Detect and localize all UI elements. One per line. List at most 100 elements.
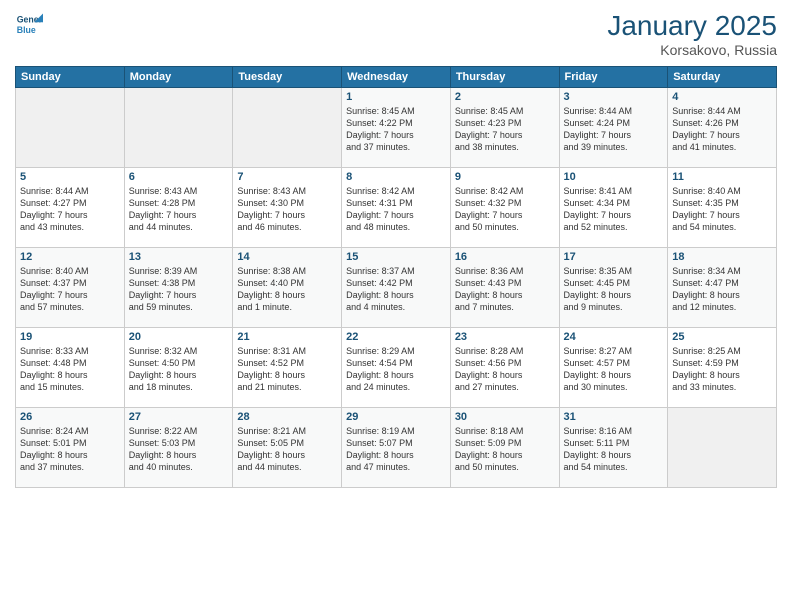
calendar-cell: 12Sunrise: 8:40 AM Sunset: 4:37 PM Dayli… [16, 248, 125, 328]
day-header-wednesday: Wednesday [342, 67, 451, 88]
calendar-cell: 24 Sunrise: 8:27 AM Sunset: 4:57 PM Dayli… [559, 328, 668, 408]
cell-info: Sunrise: 8:44 AM Sunset: 4:26 PM Dayligh… [672, 105, 772, 154]
cell-info: Sunrise: 8:19 AM Sunset: 5:07 PM Dayligh… [346, 425, 446, 474]
logo: General Blue [15, 10, 43, 38]
cell-info: Sunrise: 8:42 AM Sunset: 4:31 PM Dayligh… [346, 185, 446, 234]
cell-info: Sunrise: 8:29 AM Sunset: 4:54 PM Dayligh… [346, 345, 446, 394]
day-header-tuesday: Tuesday [233, 67, 342, 88]
day-number: 10 [564, 171, 664, 183]
cell-info: Sunrise: 8:33 AM Sunset: 4:48 PM Dayligh… [20, 345, 120, 394]
cell-info: Sunrise: 8:45 AM Sunset: 4:23 PM Dayligh… [455, 105, 555, 154]
calendar-cell: 16 Sunrise: 8:36 AM Sunset: 4:43 PM Dayli… [450, 248, 559, 328]
day-number: 31 [564, 411, 664, 423]
day-number: 21 [237, 331, 337, 343]
cell-info: Sunrise: 8:35 AM Sunset: 4:45 PM Dayligh… [564, 265, 664, 314]
calendar-cell [668, 408, 777, 488]
day-number: 30 [455, 411, 555, 423]
cell-info: Sunrise: 8:44 AM Sunset: 4:24 PM Dayligh… [564, 105, 664, 154]
calendar-cell: 30 Sunrise: 8:18 AM Sunset: 5:09 PM Dayli… [450, 408, 559, 488]
location: Korsakovo, Russia [607, 42, 777, 58]
week-row-2: 12Sunrise: 8:40 AM Sunset: 4:37 PM Dayli… [16, 248, 777, 328]
day-header-thursday: Thursday [450, 67, 559, 88]
day-number: 19 [20, 331, 120, 343]
week-row-3: 19 Sunrise: 8:33 AM Sunset: 4:48 PM Dayli… [16, 328, 777, 408]
day-number: 25 [672, 331, 772, 343]
day-number: 22 [346, 331, 446, 343]
day-number: 26 [20, 411, 120, 423]
calendar-cell [16, 88, 125, 168]
day-headers-row: SundayMondayTuesdayWednesdayThursdayFrid… [16, 67, 777, 88]
day-number: 5 [20, 171, 120, 183]
day-number: 2 [455, 91, 555, 103]
cell-info: Sunrise: 8:36 AM Sunset: 4:43 PM Dayligh… [455, 265, 555, 314]
calendar-cell: 25 Sunrise: 8:25 AM Sunset: 4:59 PM Dayli… [668, 328, 777, 408]
cell-info: Sunrise: 8:28 AM Sunset: 4:56 PM Dayligh… [455, 345, 555, 394]
page: General Blue January 2025 Korsakovo, Rus… [0, 0, 792, 612]
calendar-cell: 6Sunrise: 8:43 AM Sunset: 4:28 PM Daylig… [124, 168, 233, 248]
day-number: 14 [237, 251, 337, 263]
header: General Blue January 2025 Korsakovo, Rus… [15, 10, 777, 58]
calendar-cell: 19 Sunrise: 8:33 AM Sunset: 4:48 PM Dayli… [16, 328, 125, 408]
day-header-sunday: Sunday [16, 67, 125, 88]
calendar-cell: 9Sunrise: 8:42 AM Sunset: 4:32 PM Daylig… [450, 168, 559, 248]
calendar-cell: 2 Sunrise: 8:45 AM Sunset: 4:23 PM Daylig… [450, 88, 559, 168]
cell-info: Sunrise: 8:27 AM Sunset: 4:57 PM Dayligh… [564, 345, 664, 394]
day-number: 11 [672, 171, 772, 183]
day-number: 18 [672, 251, 772, 263]
day-number: 1 [346, 91, 446, 103]
week-row-0: 1 Sunrise: 8:45 AM Sunset: 4:22 PM Daylig… [16, 88, 777, 168]
cell-info: Sunrise: 8:43 AM Sunset: 4:30 PM Dayligh… [237, 185, 337, 234]
calendar-cell: 5Sunrise: 8:44 AM Sunset: 4:27 PM Daylig… [16, 168, 125, 248]
calendar-cell: 22 Sunrise: 8:29 AM Sunset: 4:54 PM Dayli… [342, 328, 451, 408]
calendar-cell: 15Sunrise: 8:37 AM Sunset: 4:42 PM Dayli… [342, 248, 451, 328]
day-number: 4 [672, 91, 772, 103]
calendar-cell: 4 Sunrise: 8:44 AM Sunset: 4:26 PM Daylig… [668, 88, 777, 168]
calendar-cell: 31 Sunrise: 8:16 AM Sunset: 5:11 PM Dayli… [559, 408, 668, 488]
calendar-cell: 17 Sunrise: 8:35 AM Sunset: 4:45 PM Dayli… [559, 248, 668, 328]
cell-info: Sunrise: 8:34 AM Sunset: 4:47 PM Dayligh… [672, 265, 772, 314]
month-title: January 2025 [607, 10, 777, 42]
calendar-cell: 10 Sunrise: 8:41 AM Sunset: 4:34 PM Dayli… [559, 168, 668, 248]
week-row-1: 5Sunrise: 8:44 AM Sunset: 4:27 PM Daylig… [16, 168, 777, 248]
day-number: 24 [564, 331, 664, 343]
day-header-friday: Friday [559, 67, 668, 88]
calendar-cell: 27 Sunrise: 8:22 AM Sunset: 5:03 PM Dayli… [124, 408, 233, 488]
cell-info: Sunrise: 8:37 AM Sunset: 4:42 PM Dayligh… [346, 265, 446, 314]
day-number: 16 [455, 251, 555, 263]
day-number: 29 [346, 411, 446, 423]
calendar: SundayMondayTuesdayWednesdayThursdayFrid… [15, 66, 777, 488]
calendar-cell: 1 Sunrise: 8:45 AM Sunset: 4:22 PM Daylig… [342, 88, 451, 168]
day-number: 28 [237, 411, 337, 423]
svg-text:Blue: Blue [17, 25, 36, 35]
cell-info: Sunrise: 8:25 AM Sunset: 4:59 PM Dayligh… [672, 345, 772, 394]
cell-info: Sunrise: 8:21 AM Sunset: 5:05 PM Dayligh… [237, 425, 337, 474]
calendar-cell: 28 Sunrise: 8:21 AM Sunset: 5:05 PM Dayli… [233, 408, 342, 488]
cell-info: Sunrise: 8:16 AM Sunset: 5:11 PM Dayligh… [564, 425, 664, 474]
calendar-cell: 29 Sunrise: 8:19 AM Sunset: 5:07 PM Dayli… [342, 408, 451, 488]
day-header-saturday: Saturday [668, 67, 777, 88]
cell-info: Sunrise: 8:38 AM Sunset: 4:40 PM Dayligh… [237, 265, 337, 314]
logo-icon: General Blue [15, 10, 43, 38]
cell-info: Sunrise: 8:45 AM Sunset: 4:22 PM Dayligh… [346, 105, 446, 154]
day-number: 17 [564, 251, 664, 263]
day-number: 12 [20, 251, 120, 263]
cell-info: Sunrise: 8:40 AM Sunset: 4:35 PM Dayligh… [672, 185, 772, 234]
cell-info: Sunrise: 8:32 AM Sunset: 4:50 PM Dayligh… [129, 345, 229, 394]
calendar-cell: 7Sunrise: 8:43 AM Sunset: 4:30 PM Daylig… [233, 168, 342, 248]
cell-info: Sunrise: 8:18 AM Sunset: 5:09 PM Dayligh… [455, 425, 555, 474]
cell-info: Sunrise: 8:41 AM Sunset: 4:34 PM Dayligh… [564, 185, 664, 234]
day-number: 23 [455, 331, 555, 343]
calendar-cell: 3 Sunrise: 8:44 AM Sunset: 4:24 PM Daylig… [559, 88, 668, 168]
week-row-4: 26Sunrise: 8:24 AM Sunset: 5:01 PM Dayli… [16, 408, 777, 488]
day-number: 27 [129, 411, 229, 423]
day-number: 3 [564, 91, 664, 103]
calendar-cell: 11 Sunrise: 8:40 AM Sunset: 4:35 PM Dayli… [668, 168, 777, 248]
calendar-cell: 20Sunrise: 8:32 AM Sunset: 4:50 PM Dayli… [124, 328, 233, 408]
day-number: 13 [129, 251, 229, 263]
cell-info: Sunrise: 8:22 AM Sunset: 5:03 PM Dayligh… [129, 425, 229, 474]
day-number: 6 [129, 171, 229, 183]
calendar-cell: 18 Sunrise: 8:34 AM Sunset: 4:47 PM Dayli… [668, 248, 777, 328]
calendar-cell: 14 Sunrise: 8:38 AM Sunset: 4:40 PM Dayli… [233, 248, 342, 328]
day-number: 9 [455, 171, 555, 183]
day-number: 8 [346, 171, 446, 183]
